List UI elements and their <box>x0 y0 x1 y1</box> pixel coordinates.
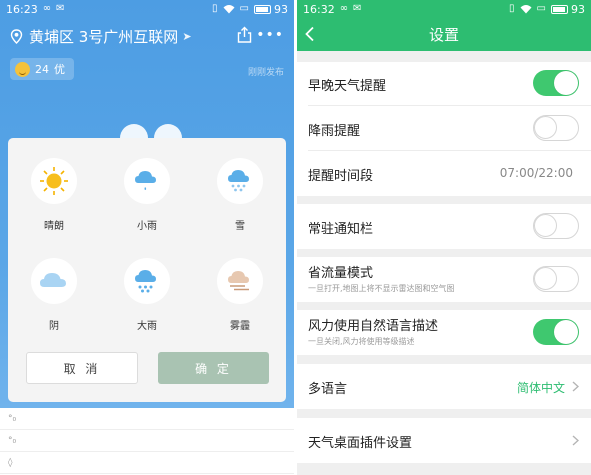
vibrate-icon: ▯ <box>509 3 515 14</box>
settings-header: 设置 <box>297 18 591 51</box>
setting-label: 风力使用自然语言描述 <box>308 319 439 334</box>
toggle-rain-alert[interactable] <box>533 115 579 141</box>
location-bar[interactable]: 黄埔区 3号广州互联网 ➤ ••• <box>0 18 294 54</box>
setting-label: 早晚天气提醒 <box>308 79 387 94</box>
status-bar: 16:32 ∞ ✉ ▯ ▭ 93 <box>297 0 591 18</box>
setting-row-morning-evening[interactable]: 早晚天气提醒 <box>297 62 591 106</box>
weather-option-label: 小雨 <box>137 221 157 232</box>
setting-row-widget[interactable]: 天气桌面插件设置 <box>297 418 591 463</box>
battery-level: 93 <box>274 2 288 16</box>
setting-label: 省流量模式 <box>308 266 374 281</box>
light-rain-icon <box>135 171 156 190</box>
aqi-badge[interactable]: 24 优 <box>10 58 74 80</box>
weather-option-label: 晴朗 <box>44 221 64 232</box>
chevron-right-icon <box>572 381 579 392</box>
setting-description: 一旦打开,地图上将不显示雷达图和空气图 <box>308 284 455 293</box>
snow-icon <box>228 170 249 192</box>
setting-row-notification-bar[interactable]: 常驻通知栏 <box>297 204 591 249</box>
sunny-icon <box>40 167 68 195</box>
setting-label: 常驻通知栏 <box>308 222 374 237</box>
setting-row-alert-period[interactable]: 提醒时间段 07:00/22:00 <box>297 151 591 196</box>
weather-option-label: 大雨 <box>137 321 157 332</box>
weather-picker-dialog: 晴朗 小雨 雪 阴 大雨 雾霾 取 消 确 定 <box>8 138 286 402</box>
list-item: ◊ <box>0 452 294 474</box>
list-item: °₀ <box>0 430 294 452</box>
mail-icon: ✉ <box>353 3 362 14</box>
published-time: 刚刚发布 <box>247 68 284 78</box>
back-arrow-icon[interactable] <box>304 26 316 42</box>
aqi-value: 24 <box>35 62 49 76</box>
status-time: 16:23 <box>6 2 38 16</box>
infinity-icon: ∞ <box>42 3 52 14</box>
weather-screen: 16:23 ∞ ✉ ▯ ▭ 93 黄埔区 3号广州互联网 ➤ ••• 24 优 … <box>0 0 294 475</box>
battery-icon: 93 <box>551 3 585 16</box>
setting-label: 多语言 <box>308 382 348 397</box>
sim-icon: ▭ <box>239 3 249 14</box>
status-time: 16:32 <box>303 2 335 16</box>
heavy-rain-icon <box>135 270 156 293</box>
aqi-level: 优 <box>54 63 65 76</box>
weather-option-heavy-rain[interactable]: 大雨 <box>107 258 187 332</box>
wifi-icon <box>223 5 235 14</box>
setting-label: 降雨提醒 <box>308 124 361 139</box>
toggle-data-saver[interactable] <box>533 266 579 292</box>
weather-option-overcast[interactable]: 阴 <box>14 258 94 332</box>
share-icon[interactable] <box>237 26 252 43</box>
more-icon[interactable]: ••• <box>256 27 284 43</box>
forecast-list: °₀ °₀ ◊ <box>0 408 294 475</box>
weather-option-label: 阴 <box>49 321 59 332</box>
alert-period-value: 07:00/22:00 <box>499 166 573 180</box>
toggle-notification-bar[interactable] <box>533 213 579 239</box>
haze-icon <box>228 271 249 291</box>
page-title: 设置 <box>428 26 459 44</box>
setting-label: 提醒时间段 <box>308 169 374 184</box>
wifi-icon <box>520 5 532 14</box>
weather-option-snow[interactable]: 雪 <box>200 158 280 232</box>
weather-option-sunny[interactable]: 晴朗 <box>14 158 94 232</box>
toggle-natural-language[interactable] <box>533 319 579 345</box>
language-value: 简体中文 <box>516 381 565 395</box>
setting-label: 天气桌面插件设置 <box>308 436 413 451</box>
chevron-right-icon <box>572 435 579 446</box>
infinity-icon: ∞ <box>339 3 349 14</box>
sim-icon: ▭ <box>536 3 546 14</box>
weather-option-label: 雪 <box>235 221 245 232</box>
weather-option-light-rain[interactable]: 小雨 <box>107 158 187 232</box>
setting-row-data-saver[interactable]: 省流量模式 一旦打开,地图上将不显示雷达图和空气图 <box>297 257 591 302</box>
setting-row-language[interactable]: 多语言 简体中文 <box>297 364 591 409</box>
overcast-icon <box>40 273 66 287</box>
mail-icon: ✉ <box>56 3 65 14</box>
setting-row-rain-alert[interactable]: 降雨提醒 <box>297 106 591 151</box>
settings-screen: 16:32 ∞ ✉ ▯ ▭ 93 设置 早晚天气提醒 降雨提醒 提醒时间段 07… <box>297 0 591 475</box>
location-name: 黄埔区 3号广州互联网 <box>29 27 179 46</box>
smiley-icon <box>15 61 30 77</box>
location-pin-icon <box>10 28 23 44</box>
confirm-button[interactable]: 确 定 <box>158 352 269 384</box>
list-item: °₀ <box>0 408 294 430</box>
status-bar: 16:23 ∞ ✉ ▯ ▭ 93 <box>0 0 294 18</box>
cancel-button[interactable]: 取 消 <box>26 352 138 384</box>
battery-icon: 93 <box>254 3 288 16</box>
battery-level: 93 <box>571 2 585 16</box>
weather-option-haze[interactable]: 雾霾 <box>200 258 280 332</box>
toggle-morning-evening[interactable] <box>533 70 579 96</box>
locate-arrow-icon: ➤ <box>182 29 192 43</box>
weather-option-label: 雾霾 <box>230 321 250 332</box>
setting-row-natural-language[interactable]: 风力使用自然语言描述 一旦关闭,风力将使用等级描述 <box>297 310 591 355</box>
vibrate-icon: ▯ <box>212 3 218 14</box>
setting-description: 一旦关闭,风力将使用等级描述 <box>308 337 415 346</box>
